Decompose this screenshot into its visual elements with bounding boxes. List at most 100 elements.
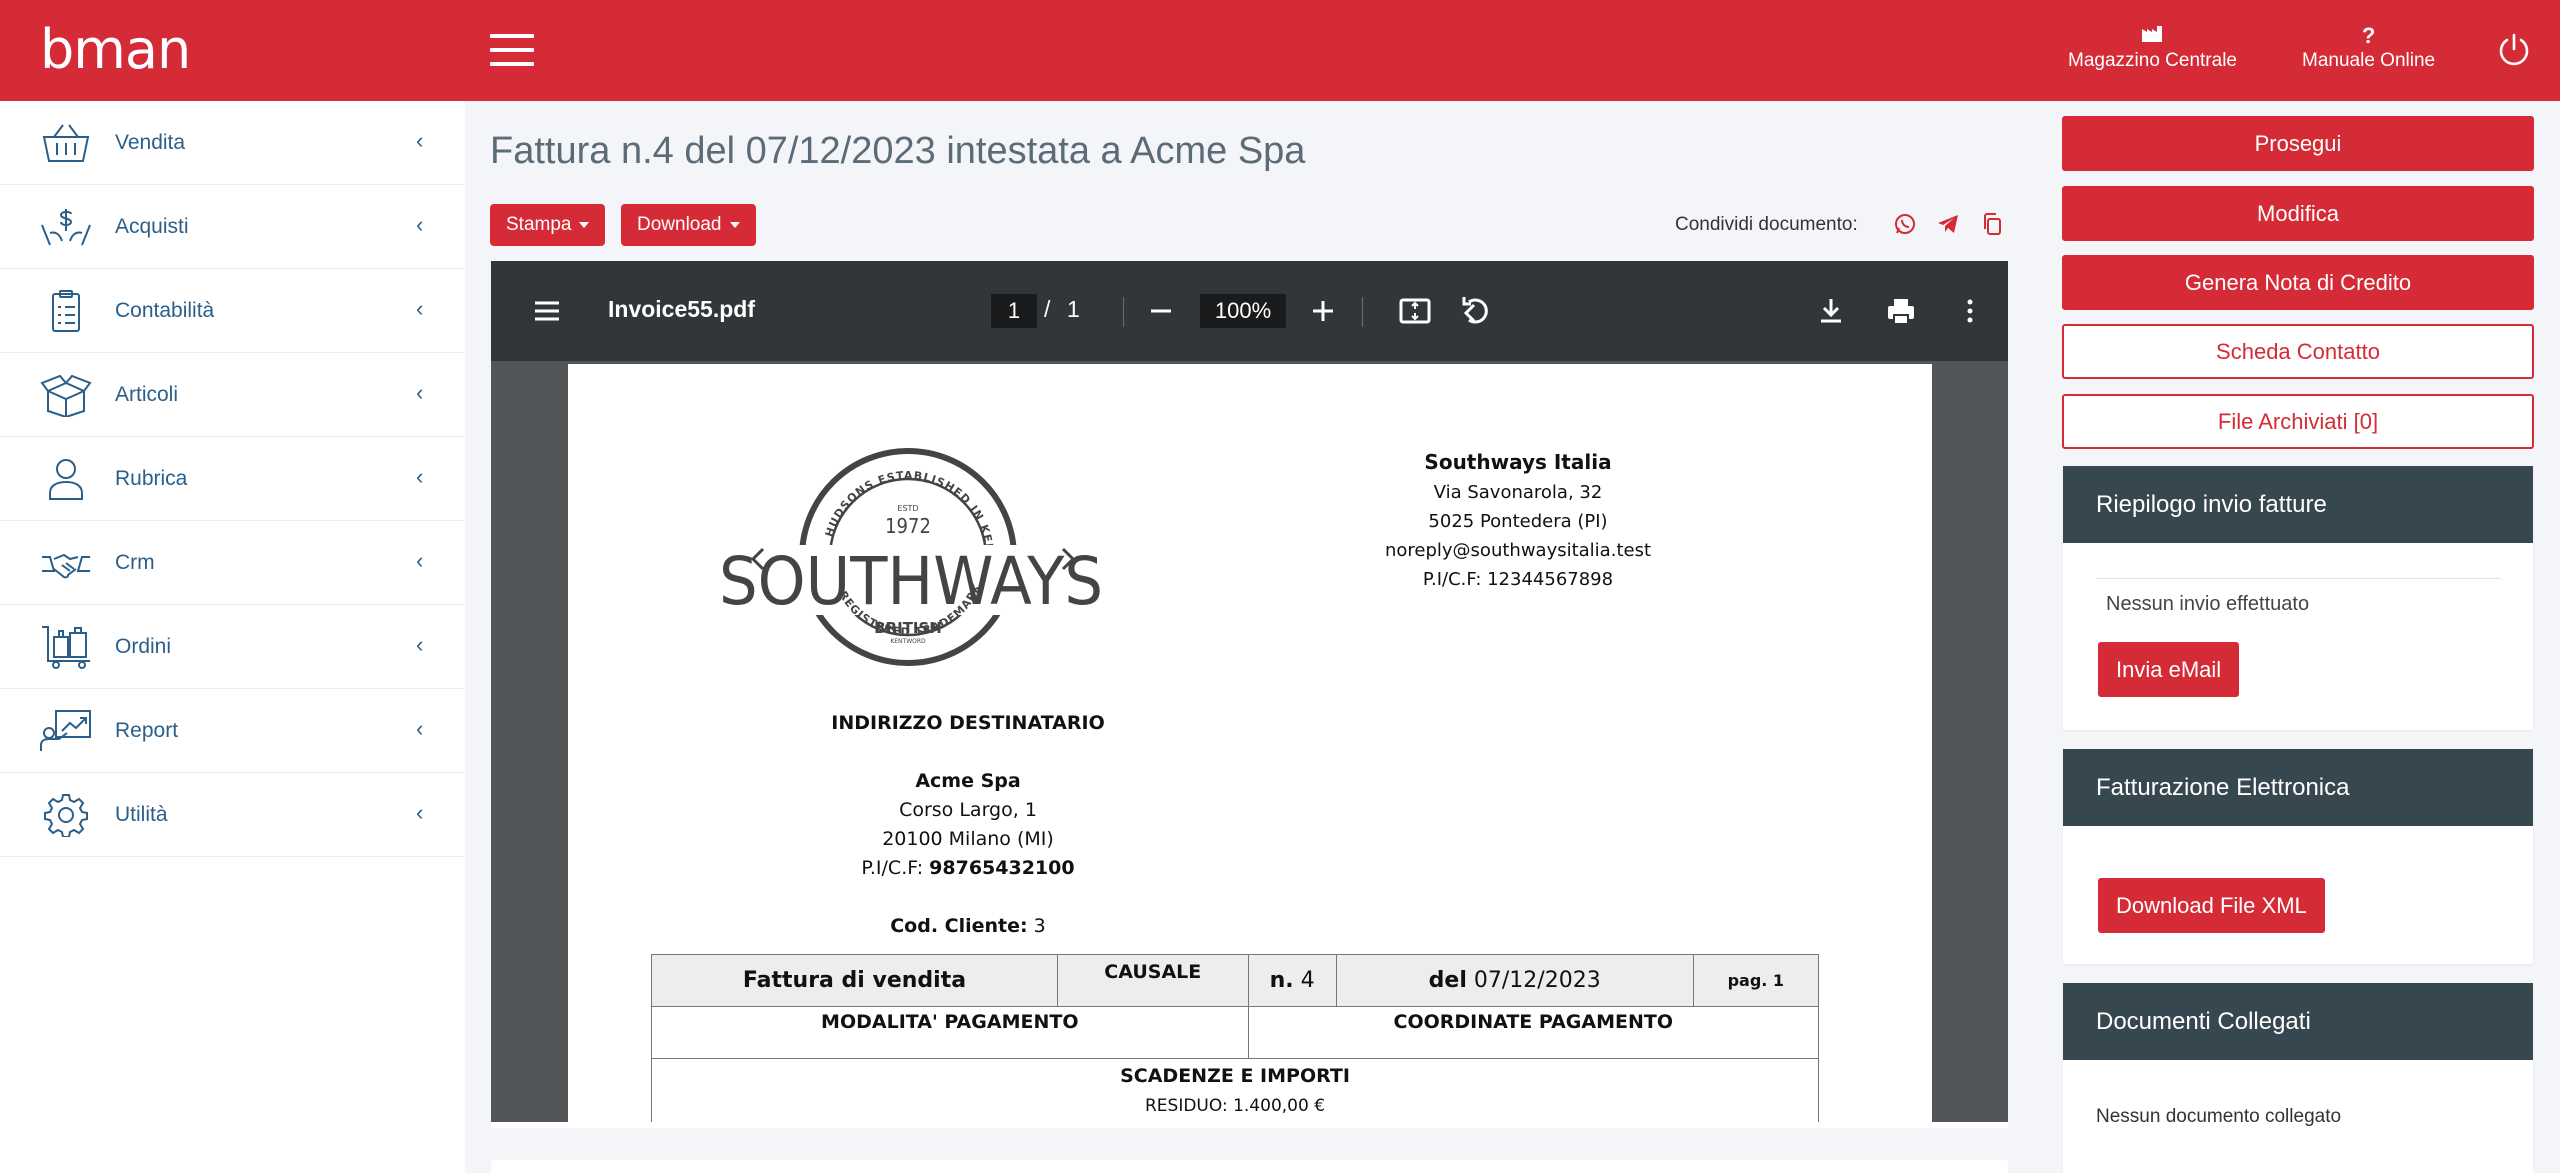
- sidebar-item-utilita[interactable]: Utilità ‹: [0, 773, 465, 857]
- sidebar-item-rubrica[interactable]: Rubrica ‹: [0, 437, 465, 521]
- date-label: del: [1428, 968, 1467, 993]
- pdf-toolbar: Invoice55.pdf 1 / 1 100%: [491, 261, 2008, 361]
- causale-header: CAUSALE: [1057, 954, 1249, 1007]
- manuale-online-link[interactable]: ? Manuale Online: [2302, 22, 2435, 72]
- recipient-name: Acme Spa: [915, 770, 1021, 792]
- pdf-filename: Invoice55.pdf: [608, 296, 755, 322]
- panel-title: Fatturazione Elettronica: [2063, 749, 2533, 826]
- rotate-icon[interactable]: [1456, 291, 1496, 331]
- sidebar-item-label: Crm: [115, 551, 155, 574]
- sidebar: Vendita ‹ Acquisti ‹ Contabilità ‹ Artic…: [0, 101, 465, 1173]
- recipient-city: 20100 Milano (MI): [882, 828, 1054, 850]
- download-dropdown-button[interactable]: Download: [621, 204, 756, 246]
- zoom-out-icon[interactable]: [1141, 291, 1181, 331]
- no-linked-docs-text: Nessun documento collegato: [2096, 1106, 2342, 1127]
- logo-estd: ESTD: [897, 504, 918, 513]
- sender-vat: P.I/C.F: 12344567898: [1422, 569, 1614, 590]
- page-title: Fattura n.4 del 07/12/2023 intestata a A…: [490, 130, 1306, 172]
- invoice-date-cell: del 07/12/2023: [1335, 954, 1694, 1007]
- sender-address: Via Savonarola, 32: [1433, 482, 1603, 503]
- linked-documents-panel: Documenti Collegati Nessun documento col…: [2063, 983, 2533, 1173]
- due-cell: SCADENZE E IMPORTI RESIDUO: 1.400,00 €: [651, 1058, 1819, 1122]
- download-xml-button[interactable]: Download File XML: [2098, 878, 2325, 933]
- zoom-level-input[interactable]: 100%: [1200, 294, 1286, 328]
- magazzino-centrale-link[interactable]: Magazzino Centrale: [2068, 22, 2237, 72]
- top-bar: bman Magazzino Centrale ? Manuale Online: [0, 0, 2560, 101]
- residual-amount: RESIDUO: 1.400,00 €: [1144, 1095, 1326, 1116]
- sidebar-item-crm[interactable]: Crm ‹: [0, 521, 465, 605]
- sidebar-item-label: Contabilità: [115, 299, 215, 322]
- print-icon[interactable]: [1881, 291, 1921, 331]
- caret-down-icon: [579, 221, 590, 228]
- logo-name: SOUTHWAYS: [719, 543, 1103, 620]
- chart-user-icon: [40, 710, 91, 751]
- money-hands-icon: [41, 209, 91, 246]
- svg-text:HUDSONS ESTABLISHED IN KENTWOR: HUDSONS ESTABLISHED IN KENTWORD: [713, 439, 996, 554]
- recipient-vat-label: P.I/C.F:: [861, 857, 924, 879]
- sidebar-item-contabilita[interactable]: Contabilità ‹: [0, 269, 465, 353]
- sidebar-item-articoli[interactable]: Articoli ‹: [0, 353, 465, 437]
- archived-files-button[interactable]: File Archiviati [0]: [2062, 394, 2534, 449]
- bman-logo[interactable]: bman: [40, 22, 191, 78]
- basket-icon: [42, 124, 90, 162]
- pdf-menu-icon[interactable]: [527, 291, 567, 331]
- doc-type: Fattura di vendita: [650, 954, 1059, 1007]
- print-dropdown-button[interactable]: Stampa: [490, 204, 606, 246]
- panel-title: Documenti Collegati: [2063, 983, 2533, 1060]
- share-label: Condividi documento:: [1675, 214, 1858, 235]
- prosegui-button[interactable]: Prosegui: [2062, 116, 2534, 171]
- payment-coords-header: COORDINATE PAGAMENTO: [1247, 1006, 1820, 1059]
- chevron-left-icon: ‹: [416, 548, 424, 573]
- download-label: Download: [637, 214, 722, 235]
- recipient-address: Corso Largo, 1: [899, 799, 1037, 821]
- hamburger-icon[interactable]: [490, 34, 534, 66]
- sidebar-item-label: Report: [115, 719, 179, 742]
- chevron-left-icon: ‹: [416, 380, 424, 405]
- sidebar-item-label: Articoli: [115, 383, 179, 406]
- invoice-date: 07/12/2023: [1473, 968, 1601, 993]
- modifica-button[interactable]: Modifica: [2062, 186, 2534, 241]
- pdf-viewer[interactable]: Invoice55.pdf 1 / 1 100% HUDSONS ESTABLI…: [491, 261, 2008, 1122]
- sidebar-item-label: Acquisti: [115, 215, 189, 238]
- gear-icon: [44, 794, 88, 837]
- telegram-icon[interactable]: [1936, 212, 1960, 236]
- whatsapp-icon[interactable]: [1893, 212, 1917, 236]
- credit-note-button[interactable]: Genera Nota di Credito: [2062, 255, 2534, 310]
- zoom-in-icon[interactable]: [1303, 291, 1343, 331]
- invoice-number: 4: [1300, 968, 1315, 993]
- sidebar-item-vendita[interactable]: Vendita ‹: [0, 101, 465, 185]
- contact-card-button[interactable]: Scheda Contatto: [2062, 324, 2534, 379]
- chevron-left-icon: ‹: [416, 128, 424, 153]
- recipient-heading: INDIRIZZO DESTINATARIO: [831, 712, 1105, 734]
- pdf-page: HUDSONS ESTABLISHED IN KENTWORD ESTD 197…: [568, 364, 1932, 1122]
- caret-down-icon: [729, 221, 740, 228]
- payment-mode-header: MODALITA' PAGAMENTO: [651, 1006, 1249, 1059]
- sender-block: Southways Italia Via Savonarola, 32 5025…: [1318, 448, 1718, 594]
- chevron-left-icon: ‹: [416, 296, 424, 321]
- sender-name: Southways Italia: [1424, 450, 1612, 474]
- copy-icon[interactable]: [1980, 212, 2004, 236]
- logo-year: 1972: [885, 514, 931, 538]
- download-icon[interactable]: [1811, 291, 1851, 331]
- sidebar-item-report[interactable]: Report ‹: [0, 689, 465, 773]
- logo-sub2: KENTWORD: [890, 638, 926, 645]
- page-label: pag. 1: [1692, 954, 1820, 1007]
- send-email-button[interactable]: Invia eMail: [2098, 642, 2240, 697]
- page-number-input[interactable]: 1: [991, 294, 1037, 328]
- chevron-left-icon: ‹: [416, 716, 424, 741]
- fit-page-icon[interactable]: [1395, 291, 1435, 331]
- logo-top-text: HUDSONS ESTABLISHED IN KENTWORD: [713, 439, 995, 554]
- sidebar-item-acquisti[interactable]: Acquisti ‹: [0, 185, 465, 269]
- sidebar-item-ordini[interactable]: Ordini ‹: [0, 605, 465, 689]
- southways-logo: HUDSONS ESTABLISHED IN KENTWORD ESTD 197…: [713, 439, 1113, 666]
- e-invoicing-panel: Fatturazione Elettronica Download File X…: [2063, 749, 2533, 964]
- more-options-icon[interactable]: [1950, 291, 1990, 331]
- recipient-block: INDIRIZZO DESTINATARIO Acme Spa Corso La…: [768, 709, 1168, 941]
- chevron-left-icon: ‹: [416, 800, 424, 825]
- sidebar-item-label: Rubrica: [115, 467, 188, 490]
- sidebar-item-label: Utilità: [115, 803, 168, 826]
- sidebar-item-label: Ordini: [115, 635, 172, 658]
- invoice-table: Fattura di vendita CAUSALE n. 4 del 07/1…: [650, 954, 1820, 1122]
- power-icon[interactable]: [2496, 32, 2532, 68]
- number-label: n.: [1269, 968, 1294, 993]
